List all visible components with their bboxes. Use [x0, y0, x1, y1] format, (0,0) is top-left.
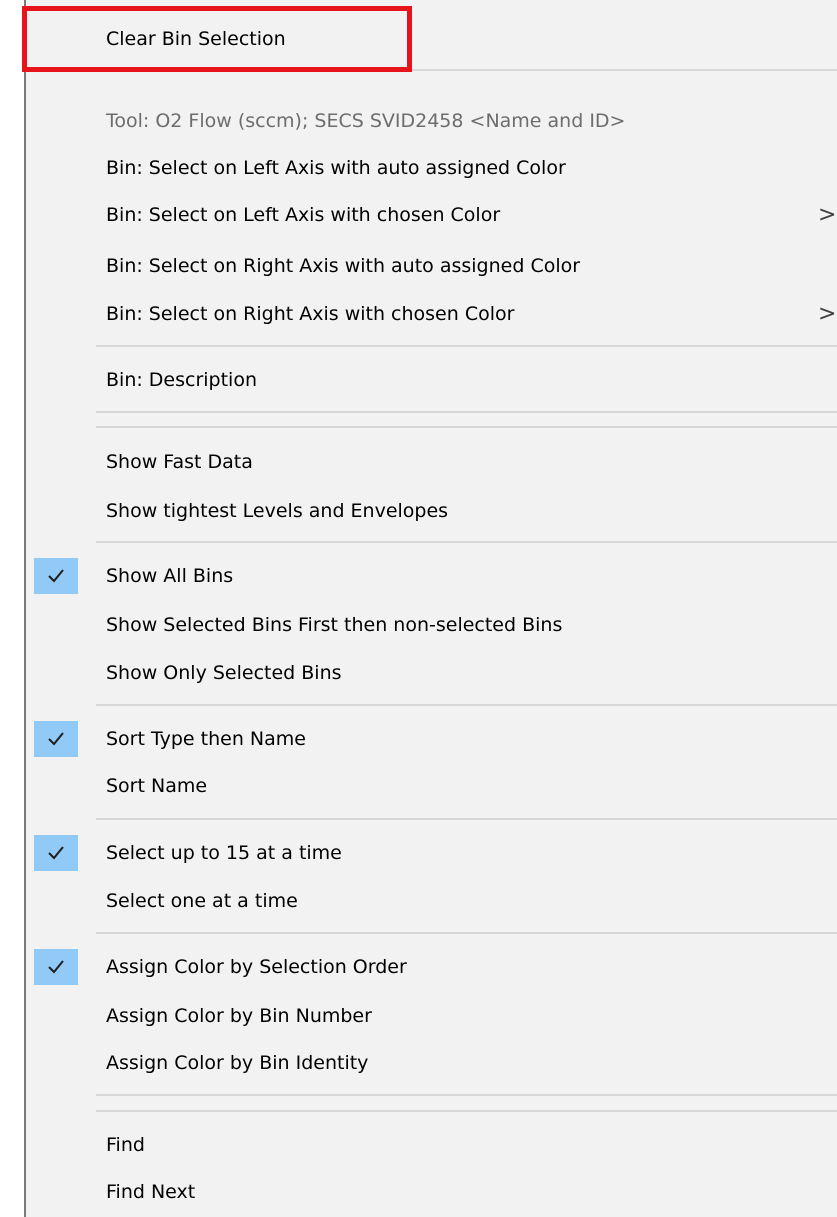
check-highlight	[34, 558, 78, 594]
menu-item-label: Show Only Selected Bins	[106, 662, 342, 684]
menu-item-bin-left-chosen-color[interactable]: Bin: Select on Left Axis with chosen Col…	[26, 195, 837, 235]
menu-item-label: Sort Type then Name	[106, 728, 306, 750]
menu-item-sort-name[interactable]: Sort Name	[26, 766, 837, 806]
menu-item-label: Find	[106, 1134, 145, 1156]
menu-item-label: Assign Color by Bin Identity	[106, 1052, 369, 1074]
menu-item-show-selected-bins-first[interactable]: Show Selected Bins First then non-select…	[26, 605, 837, 645]
check-highlight	[34, 835, 78, 871]
menu-item-show-all-bins[interactable]: Show All Bins	[26, 556, 837, 596]
check-highlight	[34, 949, 78, 985]
menu-item-label: Assign Color by Bin Number	[106, 1005, 372, 1027]
check-icon	[48, 569, 64, 583]
menu-item-bin-left-auto-color[interactable]: Bin: Select on Left Axis with auto assig…	[26, 148, 837, 188]
menu-item-assign-color-selection-order[interactable]: Assign Color by Selection Order	[26, 947, 837, 987]
menu-item-show-fast-data[interactable]: Show Fast Data	[26, 442, 837, 482]
menu-item-label: Bin: Select on Right Axis with auto assi…	[106, 255, 581, 277]
menu-item-find[interactable]: Find	[26, 1125, 837, 1165]
chevron-right-icon: >	[818, 202, 837, 228]
menu-item-label: Assign Color by Selection Order	[106, 956, 407, 978]
menu-separator	[96, 1110, 837, 1112]
menu-separator	[96, 818, 837, 820]
menu-item-find-next[interactable]: Find Next	[26, 1172, 837, 1212]
menu-separator	[96, 426, 837, 428]
context-menu: Clear Bin Selection Tool: O2 Flow (sccm)…	[24, 0, 837, 1217]
check-icon	[48, 846, 64, 860]
menu-item-label: Show tightest Levels and Envelopes	[106, 500, 449, 522]
menu-item-bin-right-chosen-color[interactable]: Bin: Select on Right Axis with chosen Co…	[26, 294, 837, 334]
menu-separator	[96, 345, 837, 347]
menu-item-select-up-to-15[interactable]: Select up to 15 at a time	[26, 833, 837, 873]
menu-item-label: Show Selected Bins First then non-select…	[106, 614, 563, 636]
menu-item-show-only-selected-bins[interactable]: Show Only Selected Bins	[26, 653, 837, 693]
menu-separator	[96, 1094, 837, 1096]
menu-item-label: Sort Name	[106, 775, 208, 797]
menu-item-label: Bin: Select on Left Axis with chosen Col…	[106, 204, 501, 226]
menu-item-label: Bin: Select on Right Axis with chosen Co…	[106, 303, 515, 325]
menu-item-label: Bin: Select on Left Axis with auto assig…	[106, 157, 566, 179]
menu-item-sort-type-then-name[interactable]: Sort Type then Name	[26, 719, 837, 759]
check-highlight	[34, 721, 78, 757]
menu-item-bin-description[interactable]: Bin: Description	[26, 360, 837, 400]
menu-item-bin-right-auto-color[interactable]: Bin: Select on Right Axis with auto assi…	[26, 246, 837, 286]
menu-item-label: Find Next	[106, 1181, 196, 1203]
check-icon	[48, 960, 64, 974]
menu-separator	[96, 411, 837, 413]
menu-item-assign-color-bin-identity[interactable]: Assign Color by Bin Identity	[26, 1043, 837, 1083]
menu-item-label: Tool: O2 Flow (sccm); SECS SVID2458 <Nam…	[106, 110, 626, 132]
chevron-right-icon: >	[818, 301, 837, 327]
menu-item-assign-color-bin-number[interactable]: Assign Color by Bin Number	[26, 996, 837, 1036]
menu-item-label: Select up to 15 at a time	[106, 842, 342, 864]
menu-item-select-one-at-a-time[interactable]: Select one at a time	[26, 881, 837, 921]
menu-separator	[96, 704, 837, 706]
menu-separator	[96, 932, 837, 934]
menu-item-show-tightest-levels[interactable]: Show tightest Levels and Envelopes	[26, 491, 837, 531]
annotation-highlight-box	[22, 6, 412, 72]
menu-separator	[96, 541, 837, 543]
check-icon	[48, 732, 64, 746]
menu-item-label: Bin: Description	[106, 369, 258, 391]
menu-item-label: Select one at a time	[106, 890, 298, 912]
menu-item-label: Show Fast Data	[106, 451, 253, 473]
menu-item-tool-info: Tool: O2 Flow (sccm); SECS SVID2458 <Nam…	[26, 101, 837, 141]
menu-item-label: Show All Bins	[106, 565, 234, 587]
